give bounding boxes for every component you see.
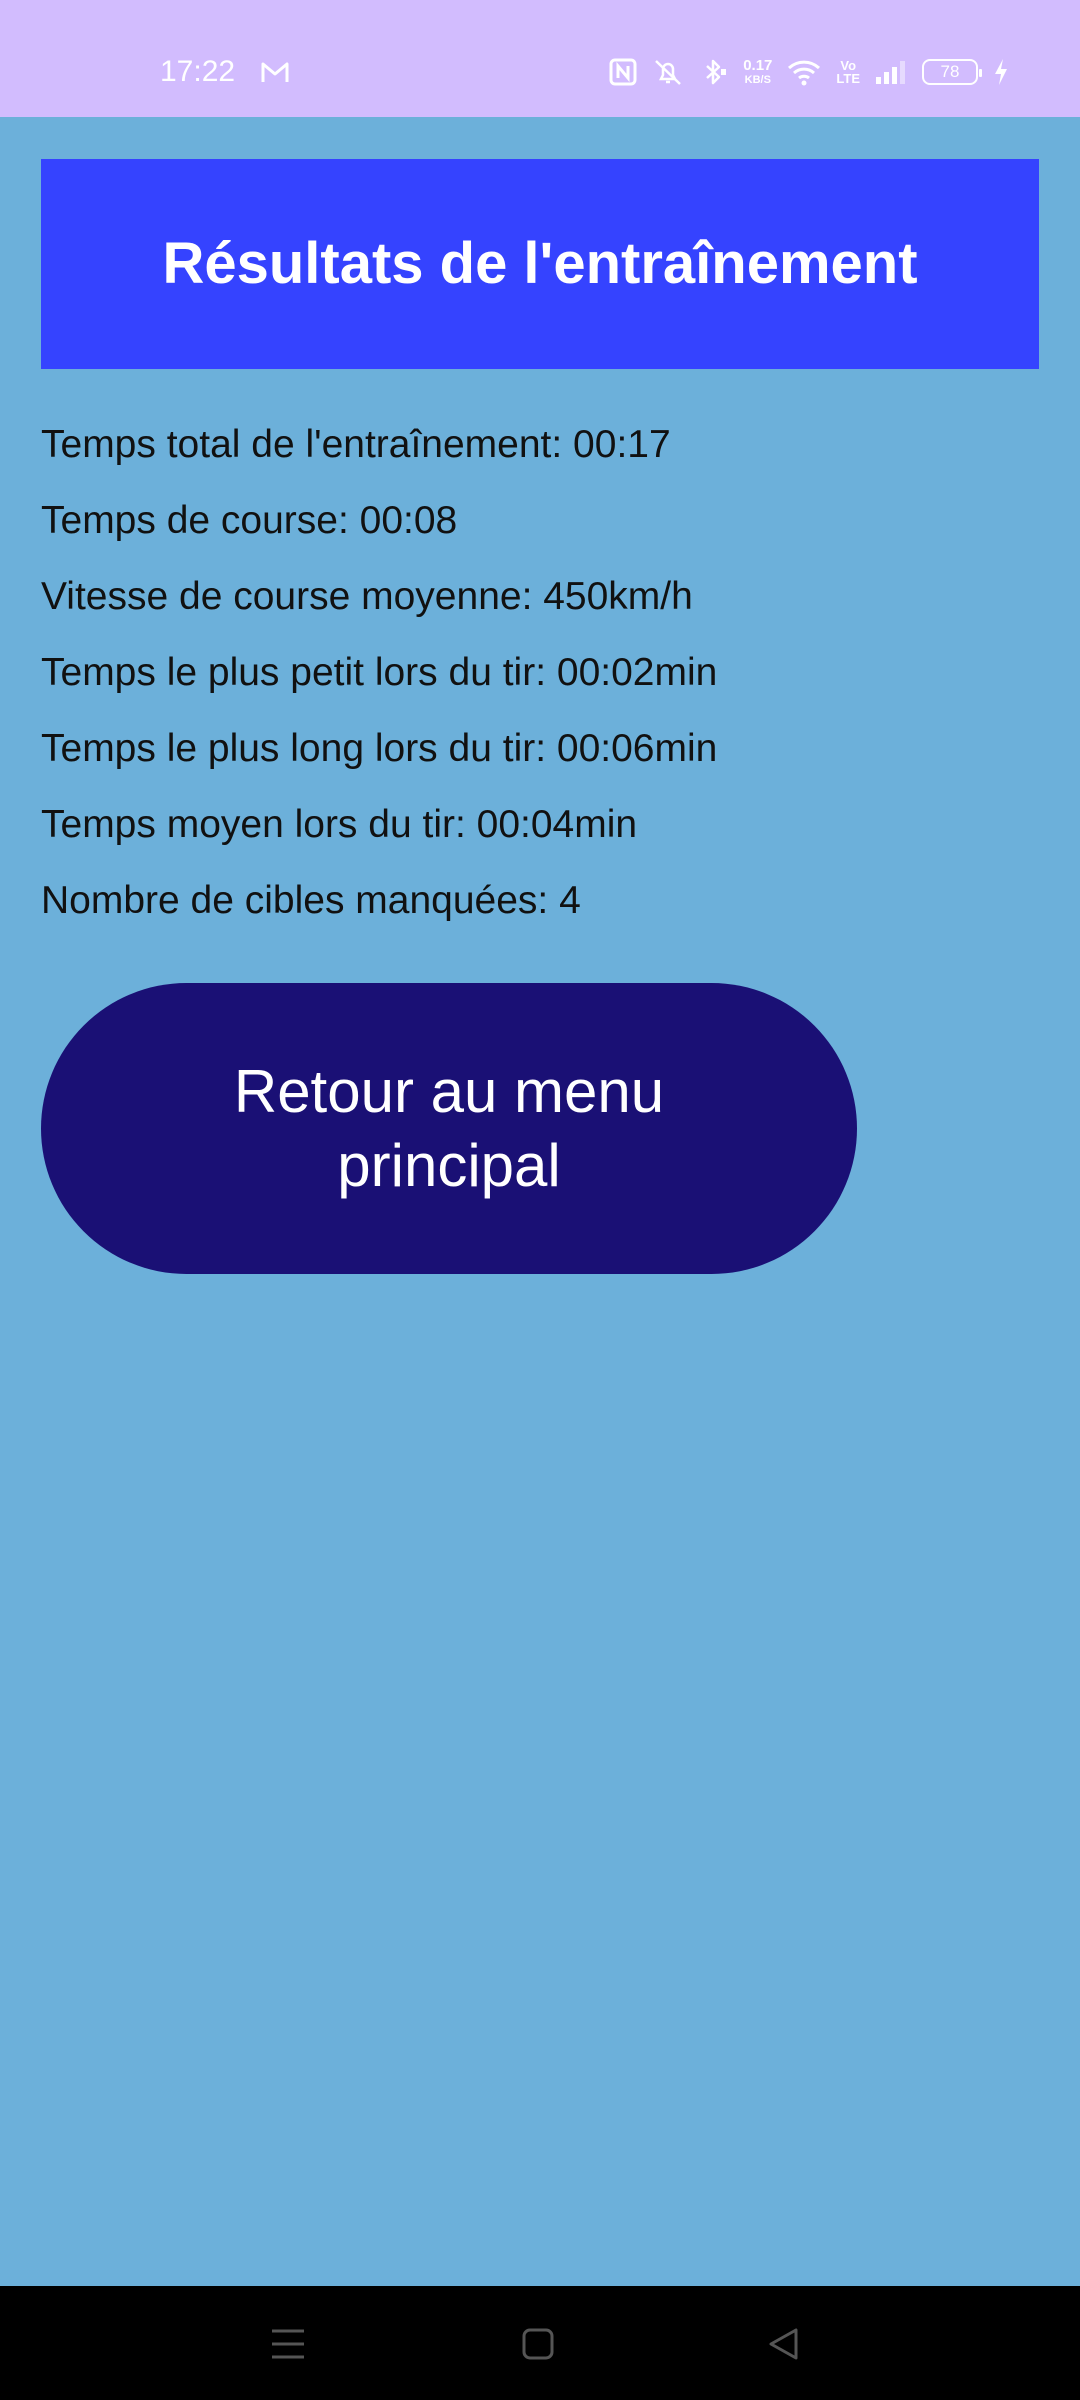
navigation-bar [0,2286,1080,2400]
stat-min-shot-time: Temps le plus petit lors du tir: 00:02mi… [41,651,718,694]
status-bar: 17:22 0.17 KB/S Vo LTE 78 [0,0,1080,117]
mute-icon [651,57,685,87]
stat-avg-speed: Vitesse de course moyenne: 450km/h [41,575,693,618]
back-to-main-menu-button[interactable]: Retour au menu principal [41,983,857,1274]
wifi-icon [786,58,822,86]
status-icons: 0.17 KB/S Vo LTE 78 [609,50,1010,94]
page-title: Résultats de l'entraînement [162,231,918,296]
volte-bottom: LTE [836,71,860,86]
status-time: 17:22 [160,55,236,88]
stat-run-time: Temps de course: 00:08 [41,499,458,542]
nfc-icon [609,58,637,86]
results-screen: Résultats de l'entraînement Temps total … [0,117,1080,2286]
charging-icon [992,57,1010,87]
battery-indicator: 78 [922,59,982,85]
stats-list: Temps total de l'entraînement: 00:17 Tem… [41,407,1041,939]
back-icon[interactable] [752,2312,816,2376]
volte-indicator: Vo LTE [836,59,860,85]
home-icon[interactable] [506,2312,570,2376]
results-header: Résultats de l'entraînement [41,159,1039,369]
signal-icon [874,59,908,85]
network-speed-value: 0.17 [743,57,773,74]
stat-missed-targets: Nombre de cibles manquées: 4 [41,879,581,922]
menu-icon[interactable] [256,2312,320,2376]
stat-max-shot-time: Temps le plus long lors du tir: 00:06min [41,727,718,770]
stat-avg-shot-time: Temps moyen lors du tir: 00:04min [41,803,638,846]
bluetooth-icon [699,57,729,87]
gmail-icon [260,58,290,86]
back-button-label: Retour au menu principal [233,1057,665,1199]
network-speed: 0.17 KB/S [743,57,773,87]
network-speed-unit: KB/S [744,74,771,86]
stat-total-time: Temps total de l'entraînement: 00:17 [41,423,671,466]
